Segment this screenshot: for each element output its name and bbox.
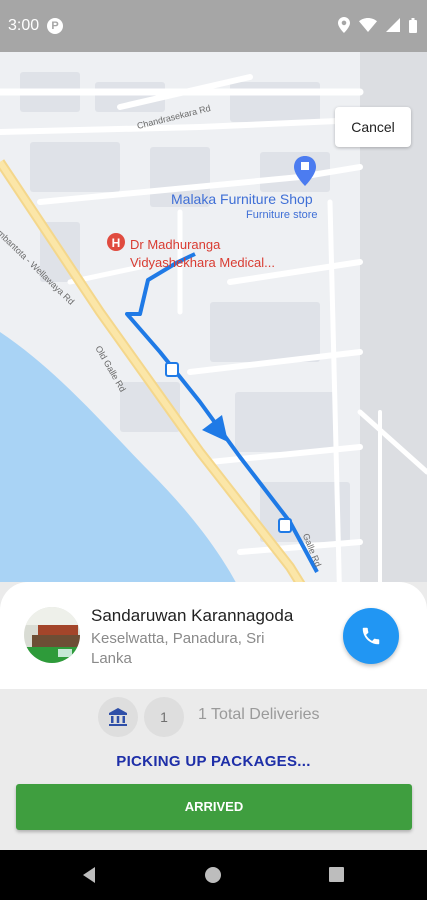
poi-medical-name-line2[interactable]: Vidyashekhara Medical... [130, 254, 275, 271]
phone-icon [362, 627, 380, 645]
back-icon[interactable] [81, 867, 97, 883]
home-icon[interactable] [205, 867, 221, 883]
signal-icon [386, 18, 400, 32]
svg-text:H: H [112, 236, 121, 250]
battery-icon [409, 17, 417, 33]
medical-pin-icon[interactable]: H [107, 233, 125, 251]
bank-badge [98, 697, 138, 737]
location-icon [338, 17, 350, 33]
delivery-sheet: Sandaruwan Karannagoda Keselwatta, Panad… [0, 582, 427, 850]
cancel-button[interactable]: Cancel [335, 107, 411, 147]
customer-name: Sandaruwan Karannagoda [91, 606, 294, 625]
map-view[interactable]: H Chandrasekara Rd Hambantota - Wellaway… [0, 52, 427, 612]
avatar [24, 607, 80, 663]
poi-shop-name[interactable]: Malaka Furniture Shop [171, 191, 313, 207]
bus-stop-marker-2 [278, 518, 292, 533]
total-deliveries-label: 1 Total Deliveries [198, 706, 320, 723]
call-button[interactable] [343, 608, 399, 664]
poi-medical-name-line1[interactable]: Dr Madhuranga [130, 236, 220, 253]
status-bar: 3:00 P [0, 0, 427, 52]
bank-icon [109, 708, 127, 726]
customer-card: Sandaruwan Karannagoda Keselwatta, Panad… [0, 582, 427, 689]
poi-shop-category: Furniture store [246, 209, 318, 221]
status-time: 3:00 [8, 17, 40, 34]
navigation-arrow-icon [202, 415, 228, 442]
app-notification-icon: P [47, 18, 63, 34]
bus-stop-marker-1 [165, 362, 179, 377]
delivery-count-badge: 1 [144, 697, 184, 737]
arrived-button[interactable]: ARRIVED [16, 784, 412, 830]
delivery-status-text: PICKING UP PACKAGES... [116, 753, 311, 770]
customer-address: Keselwatta, Panadura, Sri Lanka [91, 630, 265, 667]
wifi-icon [359, 18, 377, 32]
system-nav-bar [0, 850, 427, 900]
recents-icon[interactable] [329, 867, 344, 882]
